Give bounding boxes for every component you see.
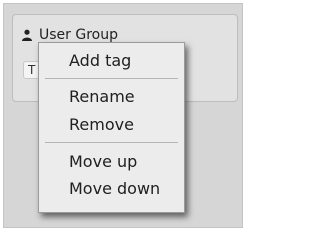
menu-item-move-up[interactable]: Move up	[69, 150, 137, 174]
context-menu: Add tag Rename Remove Move up Move down	[38, 42, 185, 213]
menu-item-move-down[interactable]: Move down	[69, 177, 160, 201]
user-icon	[22, 29, 32, 41]
menu-separator	[45, 78, 178, 79]
menu-item-rename[interactable]: Rename	[69, 85, 135, 109]
menu-item-add-tag[interactable]: Add tag	[69, 49, 131, 73]
menu-item-remove[interactable]: Remove	[69, 113, 134, 137]
group-title: User Group	[39, 27, 118, 43]
menu-separator	[45, 142, 178, 143]
